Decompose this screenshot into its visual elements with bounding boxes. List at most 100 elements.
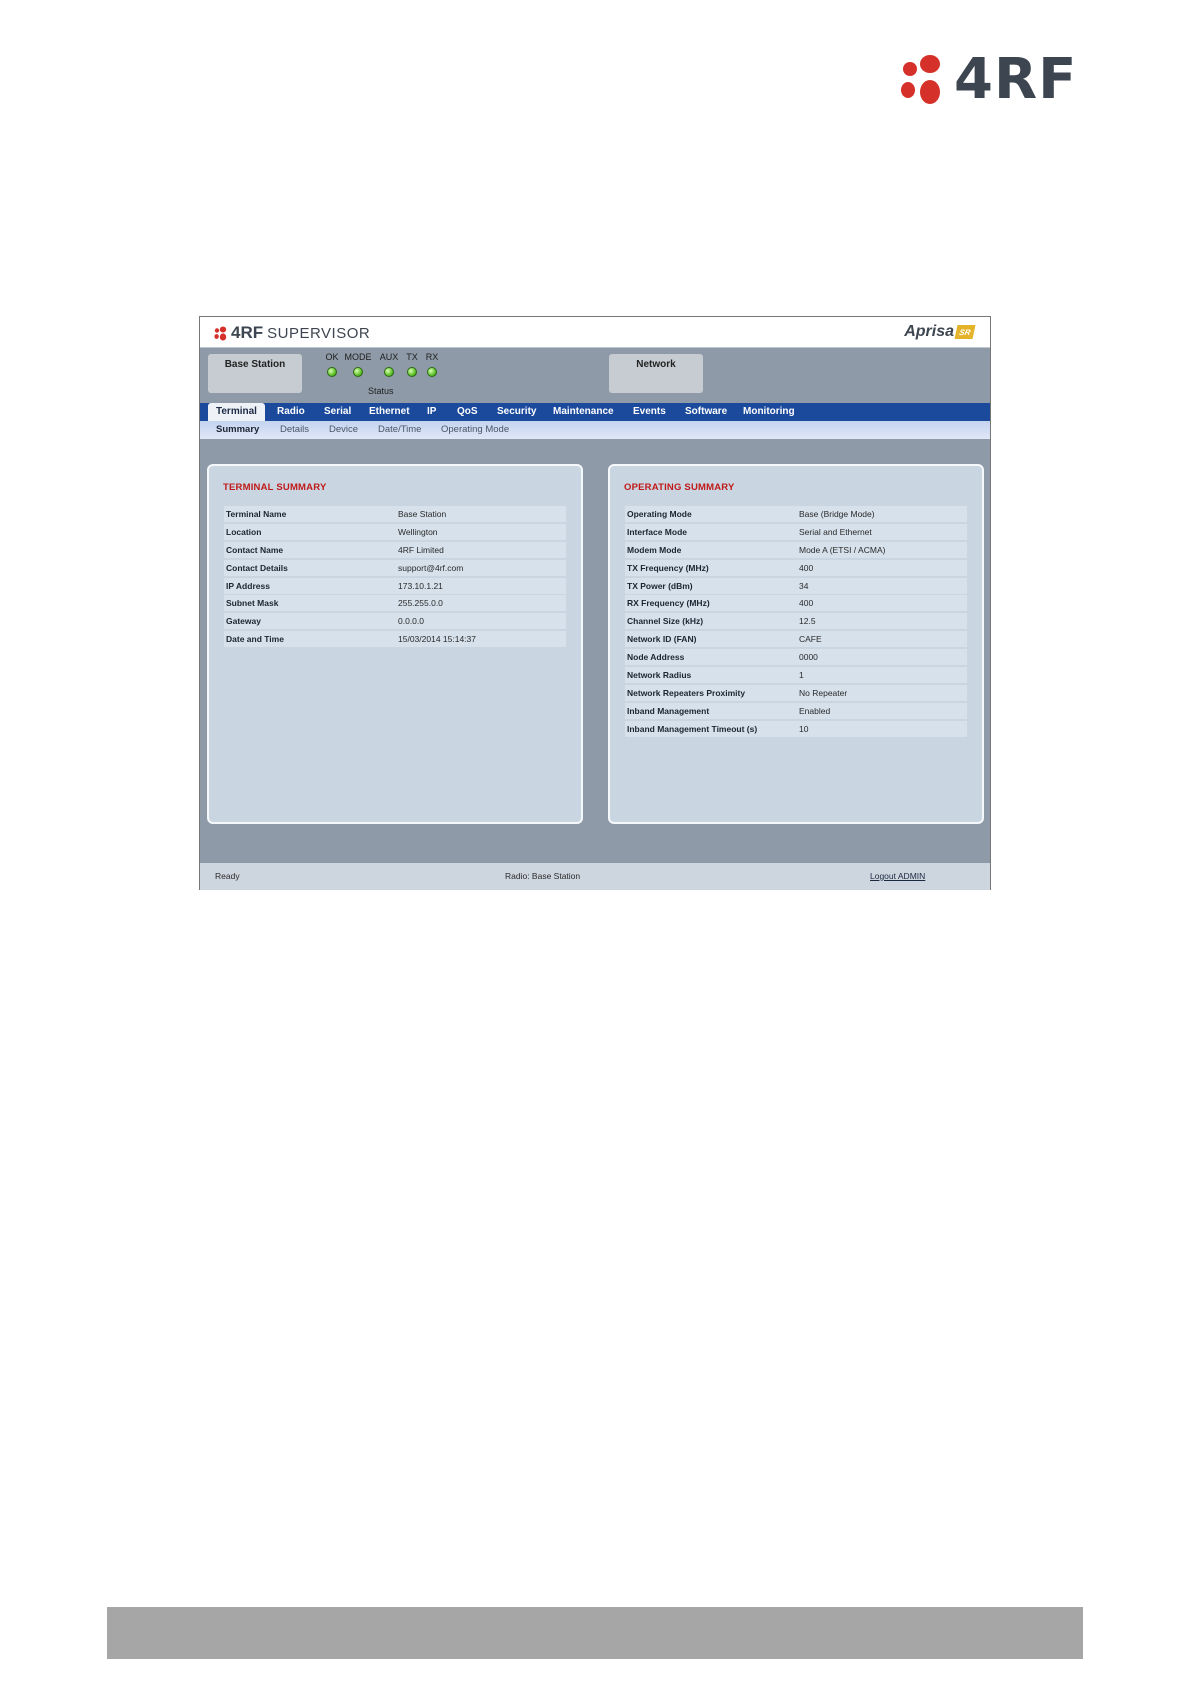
network-label: Network xyxy=(636,359,676,370)
tab-ip[interactable]: IP xyxy=(427,403,436,421)
row-key: Inband Management Timeout (s) xyxy=(627,723,758,734)
aprisa-name: Aprisa xyxy=(904,323,954,340)
led-mode-icon xyxy=(353,367,363,377)
product-name: SUPERVISOR xyxy=(267,324,371,342)
row-value: Base (Bridge Mode) xyxy=(799,509,875,519)
operating-summary-title: OPERATING SUMMARY xyxy=(624,482,735,493)
status-text: Ready xyxy=(215,871,240,881)
tab-software[interactable]: Software xyxy=(685,403,727,421)
subtab-details[interactable]: Details xyxy=(280,421,309,439)
summary-row: Network Radius 1 xyxy=(625,667,967,684)
terminal-summary-rows: Terminal Name Base Station Location Wellin… xyxy=(224,506,566,649)
led-ok: OK xyxy=(318,352,346,377)
operating-summary-panel: OPERATING SUMMARY Operating Mode Base (Br… xyxy=(608,464,984,824)
supervisor-window: 4RF SUPERVISOR Aprisa SR Base Station OK… xyxy=(199,316,991,890)
aprisa-badge: SR xyxy=(954,325,976,339)
summary-row: TX Frequency (MHz) 400 xyxy=(625,559,967,576)
tab-terminal[interactable]: Terminal xyxy=(208,403,265,421)
page-logo-text: 4RF xyxy=(954,47,1078,112)
status-bar: Ready Radio: Base Station Logout ADMIN xyxy=(200,863,990,890)
row-value: Serial and Ethernet xyxy=(799,526,872,537)
tab-ethernet[interactable]: Ethernet xyxy=(369,403,410,421)
row-key: Location xyxy=(226,526,262,537)
tab-maintenance[interactable]: Maintenance xyxy=(553,403,614,421)
terminal-summary-panel: TERMINAL SUMMARY Terminal Name Base Stati… xyxy=(207,464,583,824)
summary-row: Network Repeaters Proximity No Repeater xyxy=(625,684,967,701)
terminal-summary-title: TERMINAL SUMMARY xyxy=(223,482,327,493)
row-value: support@4rf.com xyxy=(398,562,464,573)
summary-row: Inband Management Timeout (s) 10 xyxy=(625,720,967,737)
tab-qos[interactable]: QoS xyxy=(457,403,478,421)
led-label: OK xyxy=(325,352,339,362)
row-key: Interface Mode xyxy=(627,526,687,537)
row-value: 0000 xyxy=(799,652,818,663)
led-label: AUX xyxy=(379,352,399,362)
row-value: Mode A (ETSI / ACMA) xyxy=(799,544,886,555)
supervisor-logo: 4RF SUPERVISOR xyxy=(214,323,370,343)
led-ok-icon xyxy=(327,367,337,377)
page-footer-bar xyxy=(107,1607,1083,1659)
row-value: CAFE xyxy=(799,634,822,645)
row-key: Network Repeaters Proximity xyxy=(627,687,746,698)
status-label: Status xyxy=(368,386,394,396)
row-key: Network ID (FAN) xyxy=(627,634,697,645)
4rf-petals-icon xyxy=(901,55,940,104)
subtab-device[interactable]: Device xyxy=(329,421,358,439)
summary-row: Inband Management Enabled xyxy=(625,702,967,719)
row-key: Modem Mode xyxy=(627,544,682,555)
row-value: 400 xyxy=(799,598,814,609)
aprisa-logo: Aprisa SR xyxy=(904,323,976,341)
summary-row: Channel Size (kHz) 12.5 xyxy=(625,613,967,630)
tab-monitoring[interactable]: Monitoring xyxy=(743,403,795,421)
tab-security[interactable]: Security xyxy=(497,403,536,421)
app-header: 4RF SUPERVISOR Aprisa SR xyxy=(200,317,990,348)
subtab-summary[interactable]: Summary xyxy=(216,421,259,439)
row-value: Enabled xyxy=(799,705,831,716)
row-key: Gateway xyxy=(226,616,261,627)
page-logo: 4RF xyxy=(900,52,1077,108)
summary-row: Network ID (FAN) CAFE xyxy=(625,631,967,648)
base-station-button[interactable]: Base Station xyxy=(208,354,302,393)
status-area: Base Station OK MODE AUX TX RX Status Ne… xyxy=(200,348,990,405)
network-button[interactable]: Network xyxy=(609,354,703,393)
row-value: 255.255.0.0 xyxy=(398,598,443,609)
row-key: TX Frequency (MHz) xyxy=(627,562,709,573)
tab-serial[interactable]: Serial xyxy=(324,403,351,421)
summary-row: Location Wellington xyxy=(224,523,566,540)
row-value: 34 xyxy=(799,580,809,591)
row-key: RX Frequency (MHz) xyxy=(627,598,710,609)
subtab-operating-mode[interactable]: Operating Mode xyxy=(441,421,509,439)
row-key: Node Address xyxy=(627,652,685,663)
subtab-date-time[interactable]: Date/Time xyxy=(378,421,421,439)
row-value: 400 xyxy=(799,562,814,573)
led-aux-icon xyxy=(384,367,394,377)
logout-link[interactable]: Logout ADMIN xyxy=(870,871,925,881)
summary-row: RX Frequency (MHz) 400 xyxy=(625,595,967,612)
row-value: 12.5 xyxy=(799,616,816,627)
summary-row: Date and Time 15/03/2014 15:14:37 xyxy=(224,631,566,648)
summary-row: TX Power (dBm) 34 xyxy=(625,577,967,594)
brand-name: 4RF xyxy=(231,323,264,342)
row-value: 173.10.1.21 xyxy=(398,580,443,591)
sub-nav: Summary Details Device Date/Time Operati… xyxy=(200,421,990,439)
row-key: TX Power (dBm) xyxy=(627,580,693,591)
row-value: 0.0.0.0 xyxy=(398,616,424,627)
summary-row: Operating Mode Base (Bridge Mode) xyxy=(625,506,967,522)
summary-row: Interface Mode Serial and Ethernet xyxy=(625,523,967,540)
summary-row: Node Address 0000 xyxy=(625,649,967,666)
tab-events[interactable]: Events xyxy=(633,403,666,421)
summary-row: Terminal Name Base Station xyxy=(224,506,566,522)
tab-radio[interactable]: Radio xyxy=(277,403,305,421)
row-key: Contact Details xyxy=(226,562,288,573)
summary-row: Contact Name 4RF Limited xyxy=(224,541,566,558)
row-key: Inband Management xyxy=(627,705,710,716)
led-mode: MODE xyxy=(344,352,372,377)
summary-row: IP Address 173.10.1.21 xyxy=(224,577,566,594)
row-key: Date and Time xyxy=(226,634,284,645)
led-rx: RX xyxy=(418,352,446,377)
led-rx-icon xyxy=(427,367,437,377)
main-nav: Terminal Radio Serial Ethernet IP QoS Se… xyxy=(200,403,990,421)
row-key: Subnet Mask xyxy=(226,598,279,609)
radio-indicator: Radio: Base Station xyxy=(505,871,581,881)
row-value: 10 xyxy=(799,723,809,734)
